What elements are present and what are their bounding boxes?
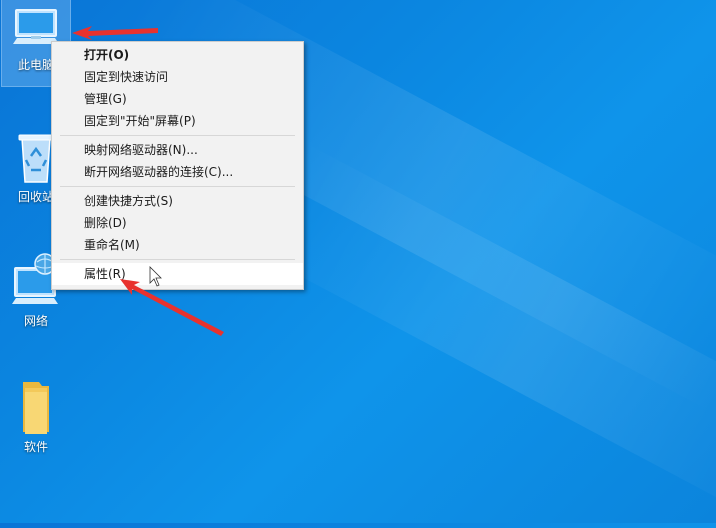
menu-item-map-network-drive[interactable]: 映射网络驱动器(N)... xyxy=(52,139,303,161)
menu-separator xyxy=(60,259,295,260)
menu-item-open[interactable]: 打开(O) xyxy=(52,44,303,66)
context-menu: 打开(O) 固定到快速访问 管理(G) 固定到"开始"屏幕(P) 映射网络驱动器… xyxy=(51,41,304,290)
menu-separator xyxy=(60,186,295,187)
folder-icon xyxy=(23,382,49,434)
desktop-icon-label: 软件 xyxy=(23,440,48,454)
menu-item-pin-start[interactable]: 固定到"开始"屏幕(P) xyxy=(52,110,303,132)
menu-separator xyxy=(60,135,295,136)
menu-item-create-shortcut[interactable]: 创建快捷方式(S) xyxy=(52,190,303,212)
desktop-icon-software-folder[interactable]: 软件 xyxy=(2,378,70,462)
menu-item-manage[interactable]: 管理(G) xyxy=(52,88,303,110)
menu-item-disconnect-network-drive[interactable]: 断开网络驱动器的连接(C)... xyxy=(52,161,303,183)
red-arrow-icon xyxy=(72,26,158,40)
wallpaper-light-beam xyxy=(243,140,716,528)
desktop-icon-label: 网络 xyxy=(23,314,48,328)
menu-item-properties[interactable]: 属性(R) xyxy=(52,263,303,285)
menu-item-rename[interactable]: 重命名(M) xyxy=(52,234,303,256)
menu-item-delete[interactable]: 删除(D) xyxy=(52,212,303,234)
menu-item-pin-quick-access[interactable]: 固定到快速访问 xyxy=(52,66,303,88)
